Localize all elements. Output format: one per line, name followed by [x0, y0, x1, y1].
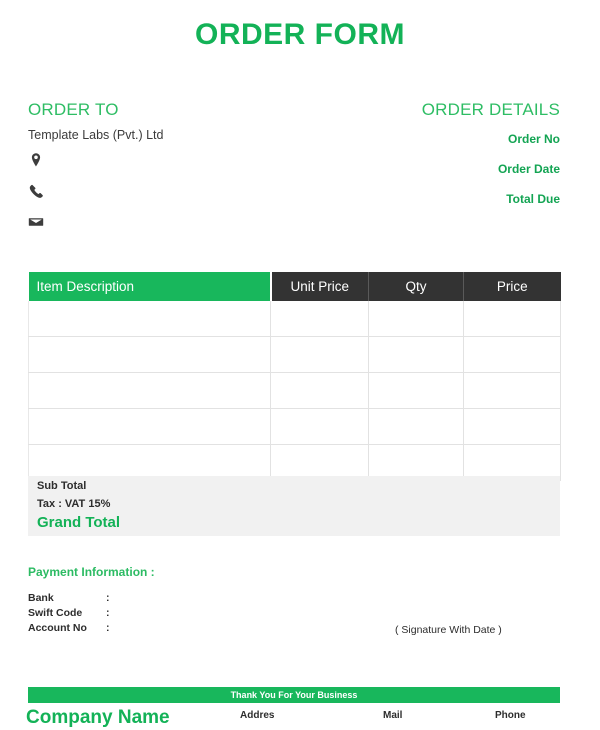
contact-row-email — [28, 214, 328, 245]
cell-price[interactable] — [463, 301, 561, 337]
bank-value — [120, 592, 328, 607]
cell-description[interactable] — [28, 372, 271, 409]
swift-code-label: Swift Code — [28, 607, 83, 619]
contact-row-phone — [28, 183, 328, 214]
table-row[interactable] — [28, 408, 561, 445]
order-details-heading: ORDER DETAILS — [421, 100, 560, 119]
cell-qty[interactable] — [368, 372, 464, 409]
sub-total-label: Sub Total — [37, 480, 87, 492]
cell-price[interactable] — [463, 336, 561, 373]
footer-mail-column: Mail — [383, 710, 402, 721]
table-row[interactable] — [28, 301, 561, 337]
column-header-qty: Qty — [368, 272, 464, 301]
footer-address-column: Addres — [240, 710, 274, 721]
account-no-colon: : — [106, 622, 110, 634]
footer-phone-column: Phone — [495, 710, 526, 721]
cell-description[interactable] — [28, 336, 271, 373]
cell-description[interactable] — [28, 408, 271, 445]
order-form-page: ORDER FORM ORDER TO Template Labs (Pvt.)… — [0, 0, 600, 730]
table-row[interactable] — [28, 372, 561, 409]
table-row[interactable] — [28, 336, 561, 373]
payment-line-swift-code: Swift Code : — [28, 607, 328, 622]
order-no-row: Order No — [507, 132, 560, 146]
payment-information-section: Payment Information : Bank : Swift Code … — [28, 565, 328, 637]
items-table-header-row: Item Description Unit Price Qty Price — [28, 272, 561, 301]
payment-line-account-no: Account No : — [28, 622, 328, 637]
cell-price[interactable] — [463, 372, 561, 409]
account-no-label: Account No — [28, 622, 87, 634]
column-header-unit-price: Unit Price — [270, 272, 369, 301]
footer-phone-label: Phone — [495, 710, 526, 721]
grand-total-label: Grand Total — [37, 514, 121, 531]
footer-mail-label: Mail — [383, 710, 403, 721]
bank-label: Bank — [28, 592, 54, 604]
cell-price[interactable] — [463, 408, 561, 445]
cell-unit-price[interactable] — [270, 301, 369, 337]
footer-address-label: Addres — [240, 710, 275, 721]
order-details-section: ORDER DETAILS Order No Order Date Total … — [300, 100, 560, 218]
client-name: Template Labs (Pvt.) Ltd — [28, 128, 164, 142]
totals-band: Sub Total Tax : VAT 15% Grand Total — [28, 476, 560, 536]
order-date-row: Order Date — [497, 162, 560, 176]
location-pin-icon — [28, 152, 44, 168]
payment-line-bank: Bank : — [28, 592, 328, 607]
cell-unit-price[interactable] — [270, 336, 369, 373]
swift-code-value — [120, 607, 328, 622]
account-no-value — [120, 622, 328, 637]
total-due-row: Total Due — [506, 192, 560, 206]
cell-qty[interactable] — [368, 301, 464, 337]
cell-unit-price[interactable] — [270, 408, 369, 445]
order-to-heading: ORDER TO — [28, 100, 119, 119]
thank-you-banner: Thank You For Your Business — [28, 687, 560, 703]
envelope-icon — [28, 214, 44, 230]
phone-icon — [28, 183, 44, 199]
company-name: Company Name — [26, 707, 170, 728]
contact-row-address — [28, 152, 328, 183]
cell-unit-price[interactable] — [270, 372, 369, 409]
bank-colon: : — [106, 592, 110, 604]
page-title: ORDER FORM — [195, 18, 405, 51]
cell-description[interactable] — [28, 301, 271, 337]
payment-information-heading: Payment Information : — [28, 565, 155, 579]
tax-label: Tax : VAT 15% — [37, 498, 111, 510]
items-table: Item Description Unit Price Qty Price — [28, 272, 561, 481]
column-header-price: Price — [463, 272, 561, 301]
cell-qty[interactable] — [368, 408, 464, 445]
cell-qty[interactable] — [368, 336, 464, 373]
order-to-section: ORDER TO Template Labs (Pvt.) Ltd — [28, 100, 328, 245]
column-header-item-description: Item Description — [28, 272, 272, 301]
swift-code-colon: : — [106, 607, 110, 619]
signature-label: ( Signature With Date ) — [395, 624, 502, 636]
